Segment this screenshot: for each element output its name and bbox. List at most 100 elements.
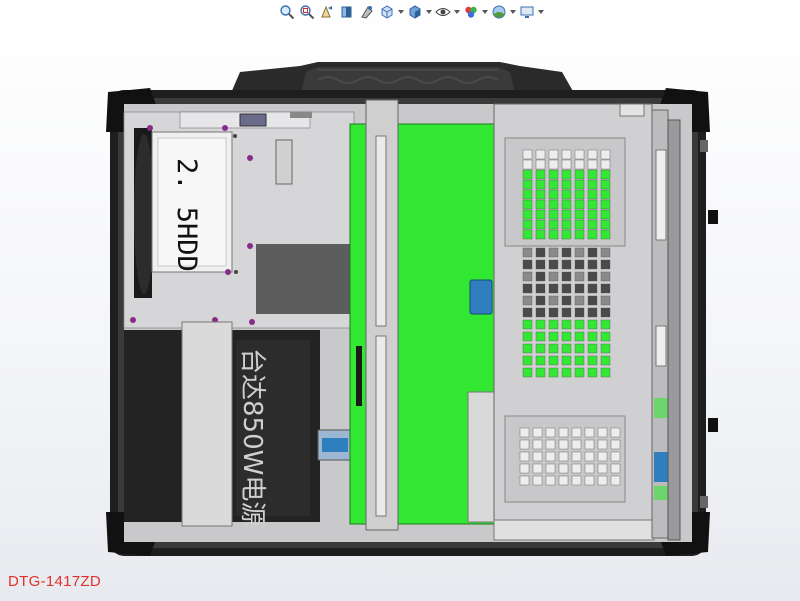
vent-cell bbox=[561, 179, 572, 190]
vent-cell bbox=[571, 475, 582, 486]
display-style-icon[interactable] bbox=[406, 3, 424, 21]
vent-cell bbox=[519, 463, 530, 474]
dynamic-annotation-icon[interactable] bbox=[358, 3, 376, 21]
vent-cell bbox=[574, 307, 585, 318]
vent-cell bbox=[535, 367, 546, 378]
vent-cell bbox=[548, 199, 559, 210]
vent-cell bbox=[600, 229, 611, 240]
vent-cell bbox=[535, 271, 546, 282]
chevron-down-icon[interactable] bbox=[398, 3, 404, 21]
vent-cell bbox=[548, 169, 559, 180]
vent-cell bbox=[587, 331, 598, 342]
vent-cell bbox=[535, 295, 546, 306]
vent-cell bbox=[561, 169, 572, 180]
vent-cell bbox=[584, 439, 595, 450]
vent-cell bbox=[587, 259, 598, 270]
io-connectors bbox=[651, 109, 681, 541]
vent-cell bbox=[522, 229, 533, 240]
vent-cell bbox=[587, 219, 598, 230]
vent-cell bbox=[600, 247, 611, 258]
vent-cell bbox=[561, 159, 572, 170]
section-view-icon[interactable] bbox=[338, 3, 356, 21]
vent-cell bbox=[548, 159, 559, 170]
chevron-down-icon[interactable] bbox=[482, 3, 488, 21]
vent-cell bbox=[587, 247, 598, 258]
vent-cell bbox=[522, 169, 533, 180]
model-name-label: DTG-1417ZD bbox=[8, 573, 102, 590]
vent-cell bbox=[587, 169, 598, 180]
zoom-to-fit-icon[interactable] bbox=[278, 3, 296, 21]
vent-cell bbox=[522, 319, 533, 330]
vent-cell bbox=[522, 199, 533, 210]
vent-cell bbox=[600, 295, 611, 306]
vent-cell bbox=[597, 463, 608, 474]
vent-cell bbox=[574, 343, 585, 354]
vent-cell bbox=[597, 475, 608, 486]
view-settings-icon[interactable] bbox=[518, 3, 536, 21]
vent-cell bbox=[535, 169, 546, 180]
vent-cell bbox=[561, 247, 572, 258]
vent-cell bbox=[558, 463, 569, 474]
vent-cell bbox=[535, 189, 546, 200]
vent-cell bbox=[548, 179, 559, 190]
vent-cell bbox=[561, 367, 572, 378]
vent-cell bbox=[587, 179, 598, 190]
vent-cell bbox=[600, 189, 611, 200]
vent-cell bbox=[548, 229, 559, 240]
psu-label: 台达850W电源 bbox=[237, 348, 267, 527]
vent-cell bbox=[522, 159, 533, 170]
vent-cell bbox=[584, 475, 595, 486]
vent-cell bbox=[548, 209, 559, 220]
vent-cell bbox=[561, 209, 572, 220]
vent-cell bbox=[574, 199, 585, 210]
vent-cell bbox=[584, 463, 595, 474]
vent-cell bbox=[561, 189, 572, 200]
zoom-area-icon[interactable] bbox=[298, 3, 316, 21]
chevron-down-icon[interactable] bbox=[454, 3, 460, 21]
vent-cell bbox=[610, 439, 621, 450]
vent-cell bbox=[561, 343, 572, 354]
vent-cell bbox=[548, 271, 559, 282]
vent-cell bbox=[600, 343, 611, 354]
vent-cell bbox=[571, 427, 582, 438]
chevron-down-icon[interactable] bbox=[426, 3, 432, 21]
vent-cell bbox=[597, 451, 608, 462]
vent-cell bbox=[574, 247, 585, 258]
edit-appearance-icon[interactable] bbox=[462, 3, 480, 21]
vent-cell bbox=[571, 439, 582, 450]
vent-cell bbox=[561, 229, 572, 240]
vent-cell bbox=[561, 283, 572, 294]
vent-cell bbox=[535, 283, 546, 294]
vent-cell bbox=[571, 451, 582, 462]
vent-cell bbox=[535, 331, 546, 342]
vent-cell bbox=[548, 343, 559, 354]
hide-show-items-icon[interactable] bbox=[434, 3, 452, 21]
cad-viewport[interactable]: 2. 5HDD 台达850W电源 bbox=[0, 24, 800, 584]
vent-cell bbox=[587, 271, 598, 282]
vent-cell bbox=[519, 475, 530, 486]
vent-cell bbox=[545, 439, 556, 450]
chevron-down-icon[interactable] bbox=[510, 3, 516, 21]
vent-cell bbox=[545, 451, 556, 462]
apply-scene-icon[interactable] bbox=[490, 3, 508, 21]
vent-cell bbox=[597, 439, 608, 450]
vent-cell bbox=[548, 219, 559, 230]
vent-cell bbox=[561, 271, 572, 282]
vent-cell bbox=[558, 439, 569, 450]
vent-cell bbox=[610, 427, 621, 438]
vent-cell bbox=[600, 307, 611, 318]
vent-cell bbox=[561, 331, 572, 342]
previous-view-icon[interactable] bbox=[318, 3, 336, 21]
vent-cell bbox=[522, 307, 533, 318]
view-orientation-icon[interactable] bbox=[378, 3, 396, 21]
vent-cell bbox=[600, 209, 611, 220]
vent-cell bbox=[574, 283, 585, 294]
vent-cell bbox=[535, 229, 546, 240]
chevron-down-icon[interactable] bbox=[538, 3, 544, 21]
vent-cell bbox=[587, 149, 598, 160]
vent-cell bbox=[545, 475, 556, 486]
blue-tab bbox=[469, 279, 493, 315]
vent-cell bbox=[522, 331, 533, 342]
vent-cell bbox=[535, 159, 546, 170]
vent-cell bbox=[574, 229, 585, 240]
